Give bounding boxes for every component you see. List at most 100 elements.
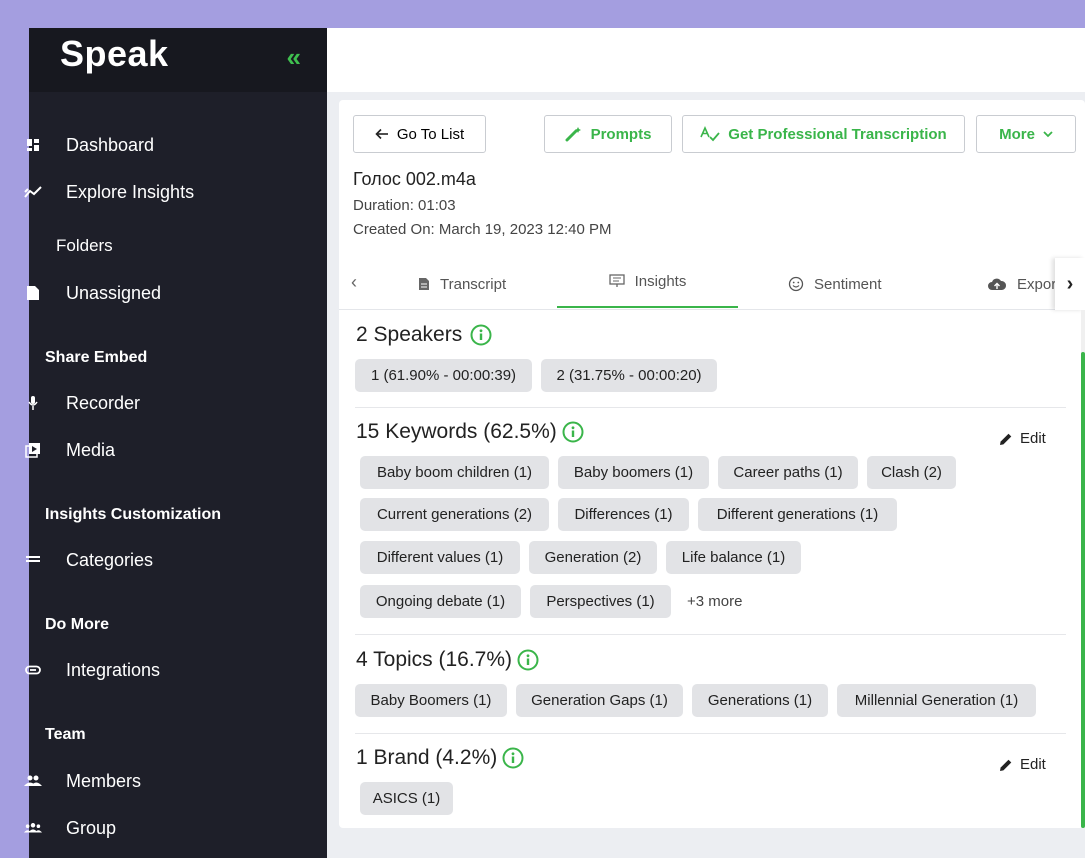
list-icon	[24, 551, 42, 569]
file-title: Голос 002.m4a	[353, 169, 476, 189]
professional-transcription-label: Get Professional Transcription	[728, 125, 947, 143]
sidebar-item-label: Members	[66, 770, 142, 791]
speaker-chip[interactable]: 1 (61.90% - 00:00:39)	[355, 359, 532, 392]
section-do-more: Do More	[45, 616, 109, 633]
magic-wand-icon	[565, 126, 583, 142]
section-share-embed: Share Embed	[45, 349, 148, 366]
microphone-icon	[24, 394, 42, 412]
link-icon	[24, 661, 42, 679]
info-icon[interactable]	[562, 421, 584, 443]
speakers-title-text: 2 Speakers	[356, 323, 463, 346]
tab-sentiment[interactable]: Sentiment	[788, 258, 882, 310]
brands-title: 1 Brand (4.2%)	[356, 746, 524, 770]
keyword-chip[interactable]: Perspectives (1)	[530, 585, 671, 618]
topic-chip[interactable]: Generations (1)	[692, 684, 828, 717]
smiley-icon	[788, 276, 804, 292]
media-icon	[24, 441, 42, 459]
divider	[355, 733, 1066, 734]
chevron-down-icon	[1043, 130, 1053, 138]
pencil-icon	[998, 757, 1014, 773]
topic-chip[interactable]: Generation Gaps (1)	[516, 684, 683, 717]
tab-insights[interactable]: Insights	[557, 256, 738, 308]
keyword-chip[interactable]: Life balance (1)	[666, 541, 801, 574]
keyword-chip[interactable]: Different values (1)	[360, 541, 520, 574]
sidebar-item-label: Integrations	[66, 659, 161, 680]
presentation-icon	[608, 274, 625, 288]
document-icon	[418, 277, 430, 291]
keywords-title: 15 Keywords (62.5%)	[356, 420, 584, 444]
sidebar-header: Speak «	[29, 28, 327, 92]
sidebar-item-label: Media	[66, 439, 116, 460]
collapse-sidebar-icon[interactable]: «	[287, 42, 301, 73]
tab-transcript[interactable]: Transcript	[418, 258, 506, 310]
go-to-list-label: Go To List	[396, 125, 465, 143]
arrow-left-icon	[375, 128, 389, 140]
edit-brands-button[interactable]: Edit	[998, 756, 1046, 773]
scrollbar-thumb[interactable]	[1081, 352, 1085, 828]
keyword-chip[interactable]: Generation (2)	[529, 541, 657, 574]
tab-export[interactable]: Expor	[987, 258, 1056, 310]
group-icon	[24, 819, 42, 837]
sidebar-item-label: Categories	[66, 549, 154, 570]
edit-keywords-button[interactable]: Edit	[998, 430, 1046, 447]
divider	[355, 407, 1066, 408]
sidebar-item-explore-insights[interactable]: Explore Insights	[24, 178, 194, 206]
prompts-label: Prompts	[590, 125, 652, 143]
topics-title-text: 4 Topics (16.7%)	[356, 648, 513, 671]
sidebar-item-unassigned[interactable]: Unassigned	[24, 279, 161, 307]
tab-label: Insights	[634, 272, 687, 290]
sidebar-item-dashboard[interactable]: Dashboard	[24, 131, 154, 159]
keywords-title-text: 15 Keywords (62.5%)	[356, 420, 557, 443]
sidebar-item-label: Recorder	[66, 392, 141, 413]
more-button[interactable]: More	[976, 115, 1076, 153]
sidebar-item-media[interactable]: Media	[24, 436, 115, 464]
speakers-title: 2 Speakers	[356, 323, 492, 347]
speaker-chip[interactable]: 2 (31.75% - 00:00:20)	[541, 359, 717, 392]
file-created-on: Created On: March 19, 2023 12:40 PM	[353, 221, 612, 238]
professional-transcription-button[interactable]: Get Professional Transcription	[682, 115, 965, 153]
sidebar-item-label: Explore Insights	[66, 181, 195, 202]
topic-chip[interactable]: Baby Boomers (1)	[355, 684, 507, 717]
keywords-more-link[interactable]: +3 more	[687, 593, 742, 610]
more-label: More	[999, 125, 1035, 143]
keyword-chip[interactable]: Clash (2)	[867, 456, 956, 489]
divider	[355, 634, 1066, 635]
sidebar-item-label: Group	[66, 817, 117, 838]
sidebar-item-label: Dashboard	[66, 134, 155, 155]
dashboard-icon	[24, 136, 42, 154]
pencil-icon	[998, 431, 1014, 447]
top-bar	[327, 28, 1085, 92]
sidebar-item-categories[interactable]: Categories	[24, 546, 153, 574]
keyword-chip[interactable]: Differences (1)	[558, 498, 689, 531]
edit-label: Edit	[1020, 756, 1046, 773]
keyword-chip[interactable]: Career paths (1)	[718, 456, 858, 489]
sidebar-item-recorder[interactable]: Recorder	[24, 389, 140, 417]
brands-title-text: 1 Brand (4.2%)	[356, 746, 498, 769]
edit-label: Edit	[1020, 430, 1046, 447]
info-icon[interactable]	[517, 649, 539, 671]
prompts-button[interactable]: Prompts	[544, 115, 672, 153]
sidebar-item-label: Unassigned	[66, 282, 162, 303]
info-icon[interactable]	[470, 324, 492, 346]
insights-icon	[24, 183, 42, 201]
info-icon[interactable]	[502, 747, 524, 769]
tab-label: Expor	[1017, 275, 1057, 293]
section-insights-customization: Insights Customization	[45, 506, 221, 523]
sidebar-item-group[interactable]: Group	[24, 814, 116, 842]
chevron-left-icon[interactable]: ‹	[351, 272, 357, 293]
keyword-chip[interactable]: Current generations (2)	[360, 498, 549, 531]
members-icon	[24, 772, 42, 790]
keyword-chip[interactable]: Ongoing debate (1)	[360, 585, 521, 618]
sidebar-item-integrations[interactable]: Integrations	[24, 656, 160, 684]
topics-title: 4 Topics (16.7%)	[356, 648, 539, 672]
section-team: Team	[45, 726, 86, 743]
topic-chip[interactable]: Millennial Generation (1)	[837, 684, 1036, 717]
chevron-right-icon[interactable]: ›	[1055, 258, 1085, 310]
go-to-list-button[interactable]: Go To List	[353, 115, 486, 153]
keyword-chip[interactable]: Baby boom children (1)	[360, 456, 549, 489]
keyword-chip[interactable]: Baby boomers (1)	[558, 456, 709, 489]
keyword-chip[interactable]: Different generations (1)	[698, 498, 897, 531]
brand-chip[interactable]: ASICS (1)	[360, 782, 453, 815]
sidebar-item-members[interactable]: Members	[24, 767, 141, 795]
file-duration: Duration: 01:03	[353, 197, 456, 214]
